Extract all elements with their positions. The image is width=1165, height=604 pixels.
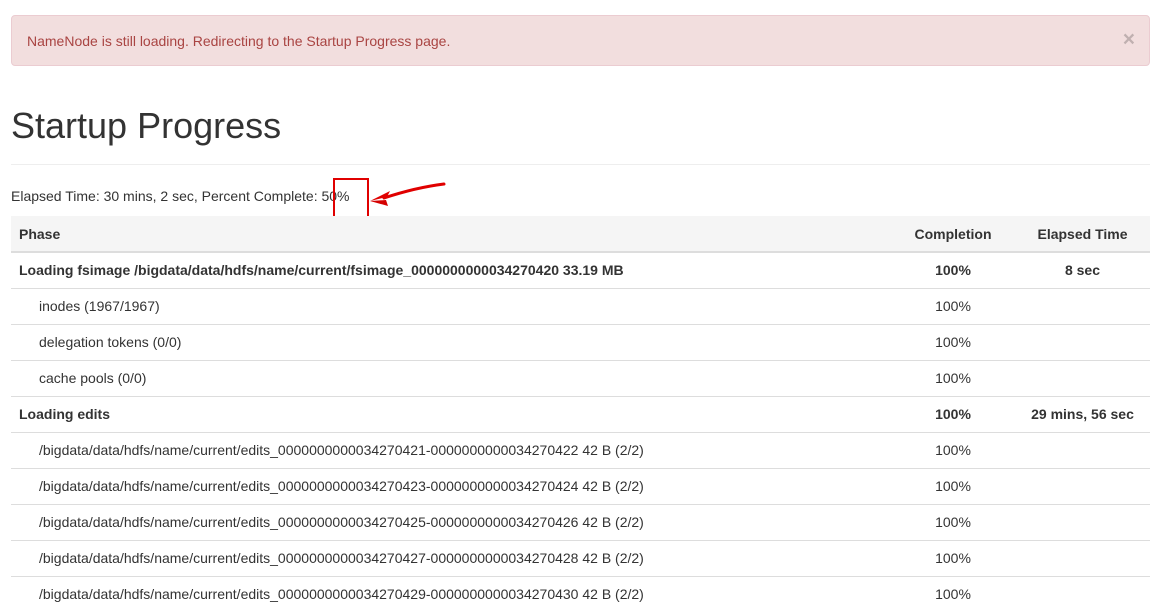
completion-cell: 100% bbox=[891, 467, 1015, 504]
column-header-elapsed-time: Elapsed Time bbox=[1015, 216, 1150, 253]
table-row: /bigdata/data/hdfs/name/current/edits_00… bbox=[11, 467, 1150, 504]
completion-cell: 100% bbox=[891, 323, 1015, 360]
completion-cell: 100% bbox=[891, 539, 1015, 576]
phase-cell: /bigdata/data/hdfs/name/current/edits_00… bbox=[11, 503, 891, 540]
table-row: inodes (1967/1967) 100% bbox=[11, 287, 1150, 324]
header-divider bbox=[11, 164, 1150, 165]
phase-cell: /bigdata/data/hdfs/name/current/edits_00… bbox=[11, 575, 891, 604]
completion-cell: 100% bbox=[891, 287, 1015, 324]
table-row: cache pools (0/0) 100% bbox=[11, 359, 1150, 396]
alert-message: NameNode is still loading. Redirecting t… bbox=[27, 33, 451, 49]
startup-progress-page: NameNode is still loading. Redirecting t… bbox=[0, 0, 1165, 604]
phase-cell: cache pools (0/0) bbox=[11, 359, 891, 396]
table-row: /bigdata/data/hdfs/name/current/edits_00… bbox=[11, 503, 1150, 540]
elapsed-cell bbox=[1015, 467, 1150, 504]
table-row: /bigdata/data/hdfs/name/current/edits_00… bbox=[11, 431, 1150, 468]
completion-cell: 100% bbox=[891, 575, 1015, 604]
elapsed-cell: 29 mins, 56 sec bbox=[1015, 395, 1150, 432]
page-title: Startup Progress bbox=[11, 105, 282, 146]
close-icon[interactable]: × bbox=[1123, 29, 1135, 51]
phase-cell: delegation tokens (0/0) bbox=[11, 323, 891, 360]
phase-cell: inodes (1967/1967) bbox=[11, 287, 891, 324]
table-row: /bigdata/data/hdfs/name/current/edits_00… bbox=[11, 539, 1150, 576]
elapsed-cell bbox=[1015, 575, 1150, 604]
annotation-arrow-icon bbox=[370, 182, 446, 206]
completion-cell: 100% bbox=[891, 503, 1015, 540]
phase-cell: /bigdata/data/hdfs/name/current/edits_00… bbox=[11, 431, 891, 468]
table-row: Loading fsimage /bigdata/data/hdfs/name/… bbox=[11, 251, 1150, 288]
elapsed-cell bbox=[1015, 287, 1150, 324]
elapsed-cell bbox=[1015, 431, 1150, 468]
phase-cell: /bigdata/data/hdfs/name/current/edits_00… bbox=[11, 539, 891, 576]
elapsed-cell bbox=[1015, 359, 1150, 396]
completion-cell: 100% bbox=[891, 251, 1015, 288]
startup-progress-table: Phase Completion Elapsed Time Loading fs… bbox=[11, 216, 1150, 604]
elapsed-cell bbox=[1015, 539, 1150, 576]
phase-cell: /bigdata/data/hdfs/name/current/edits_00… bbox=[11, 467, 891, 504]
completion-cell: 100% bbox=[891, 359, 1015, 396]
completion-cell: 100% bbox=[891, 395, 1015, 432]
elapsed-summary: Elapsed Time: 30 mins, 2 sec, Percent Co… bbox=[11, 188, 350, 204]
table-row: delegation tokens (0/0) 100% bbox=[11, 323, 1150, 360]
elapsed-cell: 8 sec bbox=[1015, 251, 1150, 288]
table-row: Loading edits 100% 29 mins, 56 sec bbox=[11, 395, 1150, 432]
table-header-row: Phase Completion Elapsed Time bbox=[11, 216, 1150, 253]
elapsed-cell bbox=[1015, 503, 1150, 540]
column-header-completion: Completion bbox=[891, 216, 1015, 253]
completion-cell: 100% bbox=[891, 431, 1015, 468]
elapsed-cell bbox=[1015, 323, 1150, 360]
percent-highlight-box bbox=[333, 178, 369, 219]
loading-alert: NameNode is still loading. Redirecting t… bbox=[11, 15, 1150, 66]
column-header-phase: Phase bbox=[11, 216, 891, 253]
table-row: /bigdata/data/hdfs/name/current/edits_00… bbox=[11, 575, 1150, 604]
phase-cell: Loading edits bbox=[11, 395, 891, 432]
phase-cell: Loading fsimage /bigdata/data/hdfs/name/… bbox=[11, 251, 891, 288]
